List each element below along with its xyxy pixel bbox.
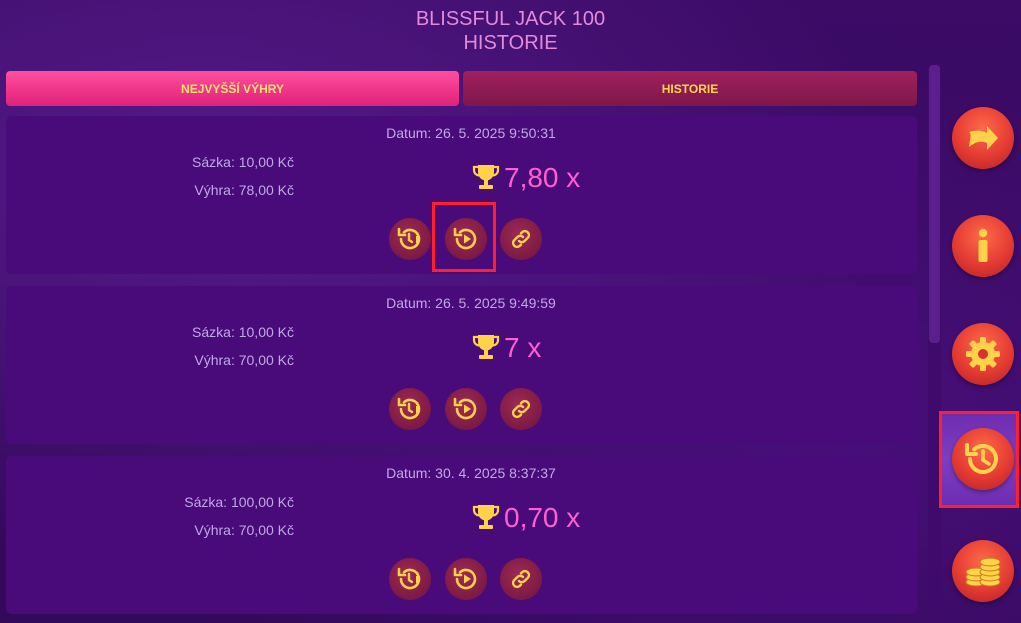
entry-bet: Sázka: 10,00 Kč [192,324,294,340]
entry-date: Datum: 30. 4. 2025 8:37:37 [386,465,556,481]
history-icon [965,443,998,474]
replay-icon [453,397,477,420]
gear-icon [966,337,1000,371]
history-details-icon [397,397,421,420]
tab-history[interactable]: HISTORIE [463,71,917,106]
link-icon [511,399,531,419]
trophy-icon [472,335,500,359]
settings-button[interactable] [952,323,1014,385]
entry-date: Datum: 26. 5. 2025 9:50:31 [386,125,556,141]
entry-bet: Sázka: 100,00 Kč [184,494,294,510]
link-icon [511,569,531,589]
multiplier-value: 7 x [504,332,542,363]
replay-icon [453,227,477,250]
history-details-button[interactable] [389,558,431,600]
replay-button[interactable] [445,558,487,600]
history-entry: Datum: 26. 5. 2025 9:50:31 Sázka: 10,00 … [6,116,917,274]
link-button[interactable] [500,558,542,600]
link-button[interactable] [500,388,542,430]
scrollbar[interactable] [928,63,941,623]
entry-date: Datum: 26. 5. 2025 9:49:59 [386,295,556,311]
history-entry: Datum: 26. 5. 2025 9:49:59 Sázka: 10,00 … [6,286,917,444]
history-entry: Datum: 30. 4. 2025 8:37:37 Sázka: 100,00… [6,456,917,614]
history-button[interactable] [952,428,1014,490]
page-title: HISTORIE [463,32,558,54]
multiplier-value: 7,80 x [504,162,581,193]
history-details-button[interactable] [389,218,431,260]
info-icon [978,228,988,262]
link-button[interactable] [500,218,542,260]
tab-bar: NEJVYŠŠÍ VÝHRY HISTORIE [6,71,918,106]
trophy-icon [472,165,500,189]
entry-win: Výhra: 78,00 Kč [194,182,294,198]
entry-win: Výhra: 70,00 Kč [194,522,294,538]
header: BLISSFUL JACK 100 HISTORIE [0,0,1021,60]
replay-icon [453,567,477,590]
exit-button[interactable] [952,107,1014,169]
coins-button[interactable] [952,540,1014,602]
replay-button[interactable] [445,388,487,430]
scrollbar-thumb[interactable] [929,65,940,343]
tab-top-wins[interactable]: NEJVYŠŠÍ VÝHRY [6,71,459,106]
entry-bet: Sázka: 10,00 Kč [192,154,294,170]
entry-multiplier: 7,80 x [472,158,580,198]
arrow-exit-icon [969,126,998,150]
coins-icon [965,557,1001,587]
history-details-button[interactable] [389,388,431,430]
entry-multiplier: 7 x [472,328,541,368]
entry-win: Výhra: 70,00 Kč [194,352,294,368]
replay-button[interactable] [445,218,487,260]
history-details-icon [397,567,421,590]
multiplier-value: 0,70 x [504,502,581,533]
history-details-icon [397,227,421,250]
info-button[interactable] [952,215,1014,277]
entry-multiplier: 0,70 x [472,498,580,538]
game-title: BLISSFUL JACK 100 [415,8,606,30]
link-icon [511,229,531,249]
trophy-icon [472,505,500,529]
